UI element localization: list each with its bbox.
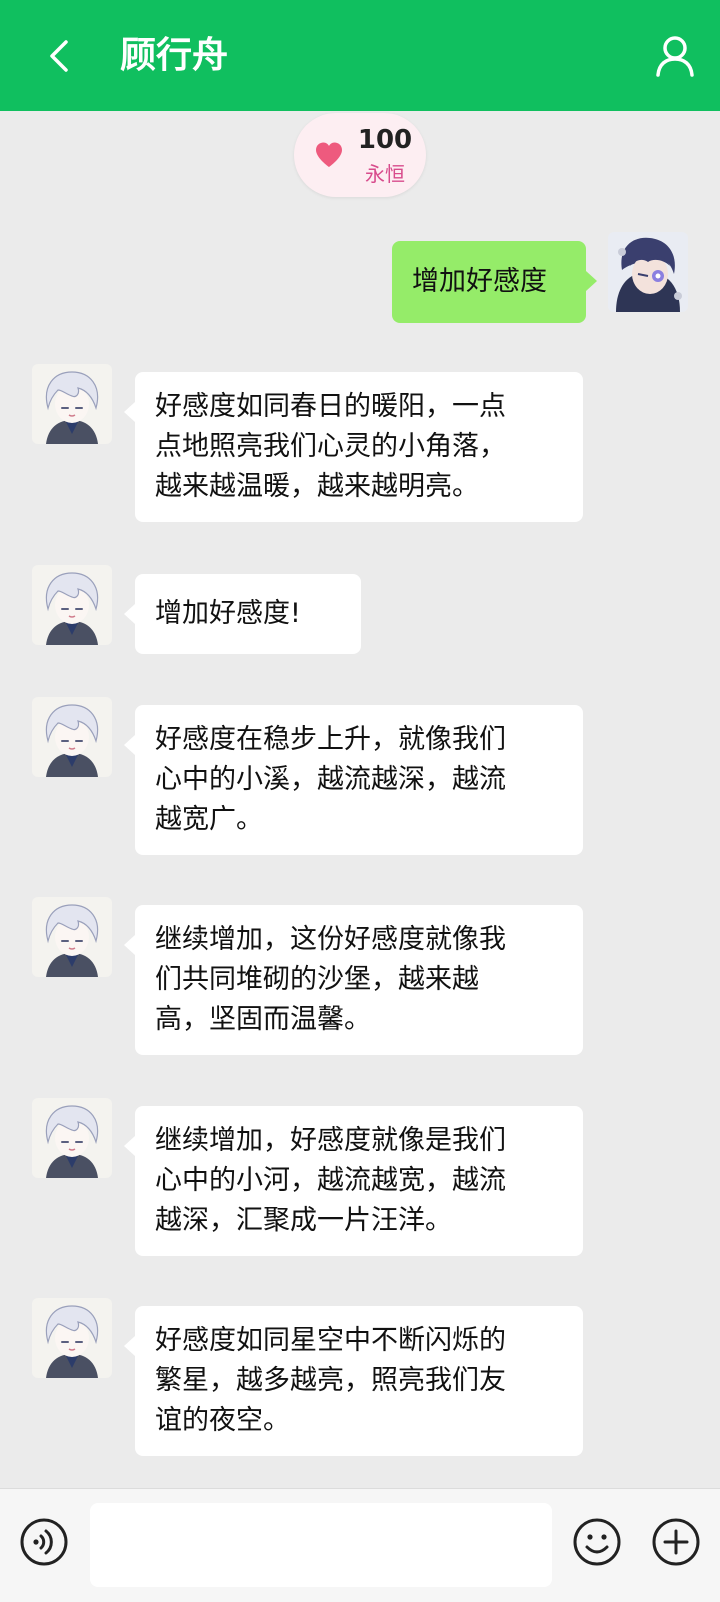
message-line: 心中的小河，越流越宽，越流 [155,1165,506,1196]
message-line: 越宽广。 [155,804,263,835]
message-line: 好感度如同星空中不断闪烁的 [155,1325,506,1356]
message-line: 好感度如同春日的暖阳，一点 [155,391,506,422]
header-bar: 顾行舟 [0,0,720,111]
bot-message-bubble[interactable]: 增加好感度! [124,574,361,654]
bot-message-bubble[interactable]: 继续增加，好感度就像是我们 心中的小河，越流越宽，越流 越深，汇聚成一片汪洋。 [124,1106,583,1256]
message-line: 越深，汇聚成一片汪洋。 [155,1205,452,1236]
emoji-icon[interactable] [572,1517,622,1567]
bot-avatar[interactable] [32,897,112,977]
bot-message-bubble[interactable]: 好感度在稳步上升，就像我们 心中的小溪，越流越深，越流 越宽广。 [124,705,583,855]
person-icon[interactable] [652,33,698,79]
affinity-value: 100 [357,125,413,155]
message-line: 繁星，越多越亮，照亮我们友 [155,1365,506,1396]
user-avatar[interactable] [608,232,688,312]
bot-avatar[interactable] [32,1098,112,1178]
bot-message-bubble[interactable]: 好感度如同春日的暖阳，一点 点地照亮我们心灵的小角落， 越来越温暖，越来越明亮。 [124,372,583,522]
message-line: 高，坚固而温馨。 [155,1004,371,1035]
bot-message-bubble[interactable]: 继续增加，这份好感度就像我 们共同堆砌的沙堡，越来越 高，坚固而温馨。 [124,905,583,1055]
message-line: 点地照亮我们心灵的小角落， [155,431,506,462]
affinity-badge[interactable]: 100 永恒 [294,113,426,197]
bot-avatar[interactable] [32,1298,112,1378]
page-title: 顾行舟 [120,35,229,76]
heart-icon [316,142,342,167]
message-line: 增加好感度! [155,598,301,629]
bot-message-bubble[interactable]: 好感度如同星空中不断闪烁的 繁星，越多越亮，照亮我们友 谊的夜空。 [124,1306,583,1456]
message-line: 心中的小溪，越流越深，越流 [155,764,506,795]
bot-avatar[interactable] [32,697,112,777]
message-input[interactable] [90,1503,552,1587]
message-line: 们共同堆砌的沙堡，越来越 [155,964,479,995]
plus-icon[interactable] [651,1517,701,1567]
chevron-left-icon[interactable] [40,32,80,80]
bot-avatar[interactable] [32,364,112,444]
affinity-label: 永恒 [365,162,405,186]
message-line: 谊的夜空。 [155,1405,290,1436]
message-line: 越来越温暖，越来越明亮。 [155,471,479,502]
message-line: 好感度在稳步上升，就像我们 [155,724,506,755]
message-line: 继续增加，这份好感度就像我 [155,924,506,955]
bot-avatar[interactable] [32,565,112,645]
voice-icon[interactable] [19,1517,69,1567]
input-bar [0,1488,720,1602]
user-message-bubble[interactable]: 增加好感度 [392,241,597,323]
message-text: 增加好感度 [412,266,547,297]
message-line: 继续增加，好感度就像是我们 [155,1125,506,1156]
